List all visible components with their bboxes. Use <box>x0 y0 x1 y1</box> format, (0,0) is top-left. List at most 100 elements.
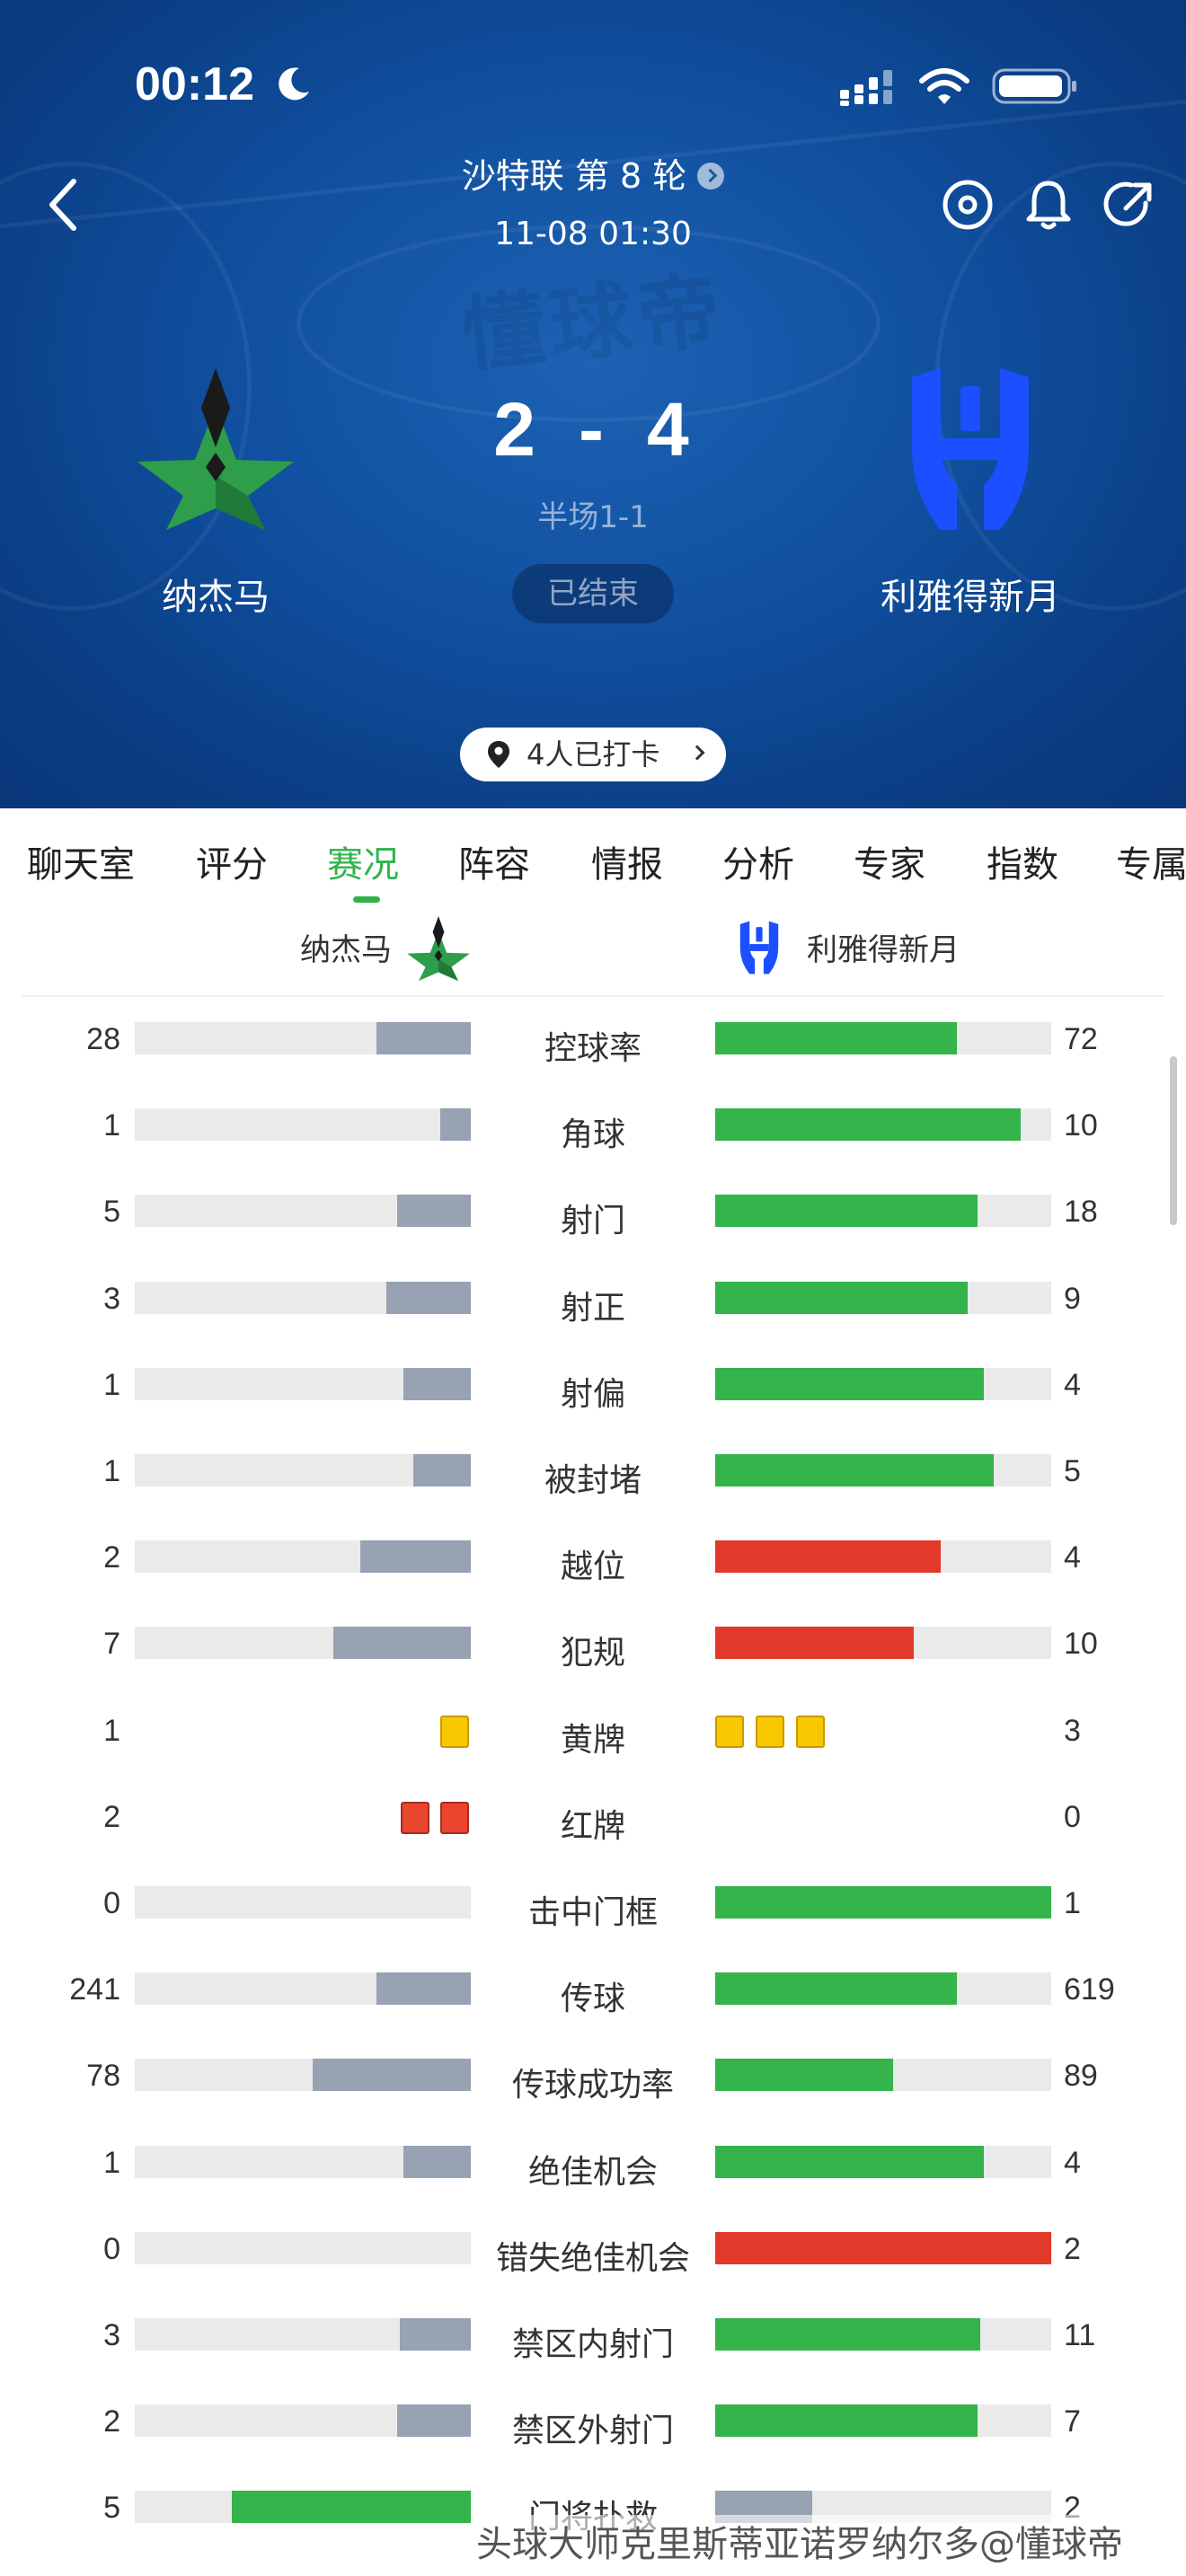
home-bar-track <box>135 1886 471 1919</box>
stat-label: 犯规 <box>560 1635 625 1672</box>
tab-intel[interactable]: 情报 <box>591 835 663 887</box>
away-bar-fill <box>715 1540 941 1574</box>
stat-label: 角球 <box>560 1116 625 1154</box>
league-chevron-icon <box>697 162 725 190</box>
stat-row: 5 射门 18 <box>0 1168 1186 1254</box>
halftime-score: 半场1-1 <box>537 499 649 535</box>
home-bar-track <box>135 1108 471 1142</box>
stat-away-value: 619 <box>1064 1972 1115 2007</box>
stat-row: 1 绝佳机会 4 <box>0 2119 1186 2205</box>
home-bar-fill <box>397 2404 471 2438</box>
stat-row: 28 控球率 72 <box>0 995 1186 1081</box>
home-bar-track <box>135 1972 471 2006</box>
away-bar-track <box>715 1627 1051 1660</box>
chevron-right-icon <box>689 745 705 761</box>
stats-team-header: 纳杰马 利雅得新月 <box>22 907 1164 997</box>
red-card-icon <box>401 1801 429 1834</box>
tab-analysis[interactable]: 分析 <box>722 835 794 887</box>
stat-label: 射偏 <box>560 1375 625 1413</box>
league-round[interactable]: 沙特联 第 8 轮 <box>0 148 1186 198</box>
away-team-name[interactable]: 利雅得新月 <box>809 568 1132 620</box>
home-bar-fill <box>232 2491 471 2524</box>
tab-experts[interactable]: 专家 <box>854 835 925 887</box>
stat-home-value: 5 <box>103 2491 120 2526</box>
stat-row: 78 传球成功率 89 <box>0 2032 1186 2118</box>
status-bar: 00:12 <box>0 54 1186 117</box>
tab-match-stats[interactable]: 赛况 <box>327 835 399 887</box>
home-bar-track <box>135 2059 471 2092</box>
stat-label: 越位 <box>560 1548 625 1586</box>
away-bar-fill <box>715 2318 980 2351</box>
red-card-icon <box>440 1801 469 1834</box>
stat-away-value: 9 <box>1064 1281 1081 1316</box>
home-bar-track <box>135 2145 471 2178</box>
home-score: 2 <box>493 387 539 472</box>
scoreline: 2-4 <box>413 386 773 473</box>
home-team-logo[interactable] <box>130 359 301 539</box>
tab-chatroom[interactable]: 聊天室 <box>27 835 135 887</box>
stat-home-value: 241 <box>69 1972 120 2007</box>
away-score: 4 <box>646 387 693 472</box>
share-icon[interactable] <box>1101 176 1158 234</box>
bell-icon[interactable] <box>1020 176 1077 234</box>
away-bar-track <box>715 2059 1051 2092</box>
home-bar-track <box>135 1022 471 1054</box>
away-bar-fill <box>715 1454 994 1486</box>
home-bar-fill <box>403 2145 471 2178</box>
match-time: 11-08 01:30 <box>494 216 692 252</box>
home-bar-track <box>135 2404 471 2438</box>
stat-home-value: 78 <box>86 2059 120 2094</box>
away-bar-track <box>715 1972 1051 2006</box>
stat-away-value: 0 <box>1064 1799 1081 1834</box>
home-bar-fill <box>376 1022 471 1054</box>
stat-row: 0 击中门框 1 <box>0 1859 1186 1945</box>
stat-home-value: 7 <box>103 1627 120 1662</box>
stat-label: 错失绝佳机会 <box>495 2239 690 2277</box>
stat-row: 7 犯规 10 <box>0 1600 1186 1686</box>
home-bar-track <box>135 1195 471 1228</box>
home-team-name[interactable]: 纳杰马 <box>54 568 377 620</box>
match-status-badge: 已结束 <box>512 564 674 623</box>
home-bar-fill <box>400 2318 471 2351</box>
stat-row: 0 错失绝佳机会 2 <box>0 2205 1186 2291</box>
stat-label: 被封堵 <box>544 1462 642 1499</box>
home-bar-track <box>135 1454 471 1486</box>
away-team-logo[interactable] <box>885 359 1056 539</box>
checkin-button[interactable]: 4人已打卡 <box>460 728 726 781</box>
stat-home-value: 2 <box>103 1540 120 1575</box>
stat-home-value: 2 <box>103 2404 120 2439</box>
stat-home-value: 3 <box>103 2318 120 2352</box>
away-bar-fill <box>715 2404 978 2438</box>
tab-odds[interactable]: 指数 <box>987 835 1058 887</box>
stat-label: 射正 <box>560 1289 625 1327</box>
stat-label: 禁区外射门 <box>511 2413 674 2450</box>
stat-away-value: 18 <box>1064 1195 1098 1230</box>
stat-home-value: 1 <box>103 2145 120 2180</box>
scrollbar[interactable] <box>1170 1056 1177 1225</box>
stat-away-value: 10 <box>1064 1108 1098 1143</box>
home-bar-track <box>135 1367 471 1400</box>
away-bar-track <box>715 1022 1051 1054</box>
moon-icon <box>279 67 309 101</box>
stat-home-value: 1 <box>103 1367 120 1402</box>
match-header: 懂球帝 00:12 沙特联 第 8 轮 11-08 01:30 纳杰马 利雅得新… <box>0 0 1186 808</box>
stat-home-value: 28 <box>86 1022 120 1056</box>
stat-label: 控球率 <box>544 1030 642 1067</box>
tab-exclusive[interactable]: 专属 <box>1116 835 1186 887</box>
stat-row: 1 被封堵 5 <box>0 1427 1186 1513</box>
stat-row: 2 禁区外射门 7 <box>0 2378 1186 2464</box>
tab-ratings[interactable]: 评分 <box>196 835 268 887</box>
stat-away-value: 10 <box>1064 1627 1098 1662</box>
away-bar-fill <box>715 2145 984 2178</box>
yellow-card-icon <box>715 1715 744 1748</box>
stat-away-value: 2 <box>1064 2231 1081 2266</box>
away-bar-track <box>715 2404 1051 2438</box>
tab-lineup[interactable]: 阵容 <box>458 835 530 887</box>
stat-home-value: 1 <box>103 1108 120 1143</box>
stat-home-value: 1 <box>103 1454 120 1488</box>
stat-row: 2 红牌 0 <box>0 1773 1186 1859</box>
away-bar-fill <box>715 2059 893 2092</box>
location-pin-icon <box>488 741 509 768</box>
away-bar-fill <box>715 1972 957 2006</box>
target-icon[interactable] <box>939 176 996 234</box>
